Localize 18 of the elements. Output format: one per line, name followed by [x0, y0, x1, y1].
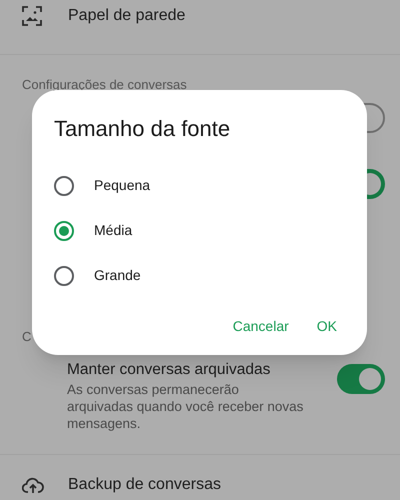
setting-description: As conversas permanecerão arquivadas quando você receber novas mensagens.: [67, 381, 304, 432]
setting-label[interactable]: Papel de parede: [68, 4, 186, 28]
setting-label: Manter conversas arquivadas: [67, 360, 272, 380]
section-header: C: [22, 328, 32, 344]
radio-button[interactable]: [54, 176, 74, 196]
radio-option[interactable]: Média: [54, 208, 142, 253]
radio-option[interactable]: Grande: [54, 253, 151, 298]
toggle-switch[interactable]: [337, 364, 385, 394]
image-icon: [22, 6, 42, 26]
cloud-upload-icon: [22, 476, 44, 494]
dialog-button[interactable]: OK: [308, 312, 345, 341]
setting-label[interactable]: Backup de conversas: [68, 473, 221, 498]
dialog-button[interactable]: Cancelar: [224, 312, 297, 341]
radio-button[interactable]: [54, 220, 74, 240]
dialog-title: Tamanho da fonte: [54, 115, 230, 143]
section-header: Configurações de conversas: [22, 77, 187, 92]
radio-button[interactable]: [54, 266, 74, 286]
radio-option[interactable]: Pequena: [54, 163, 160, 208]
